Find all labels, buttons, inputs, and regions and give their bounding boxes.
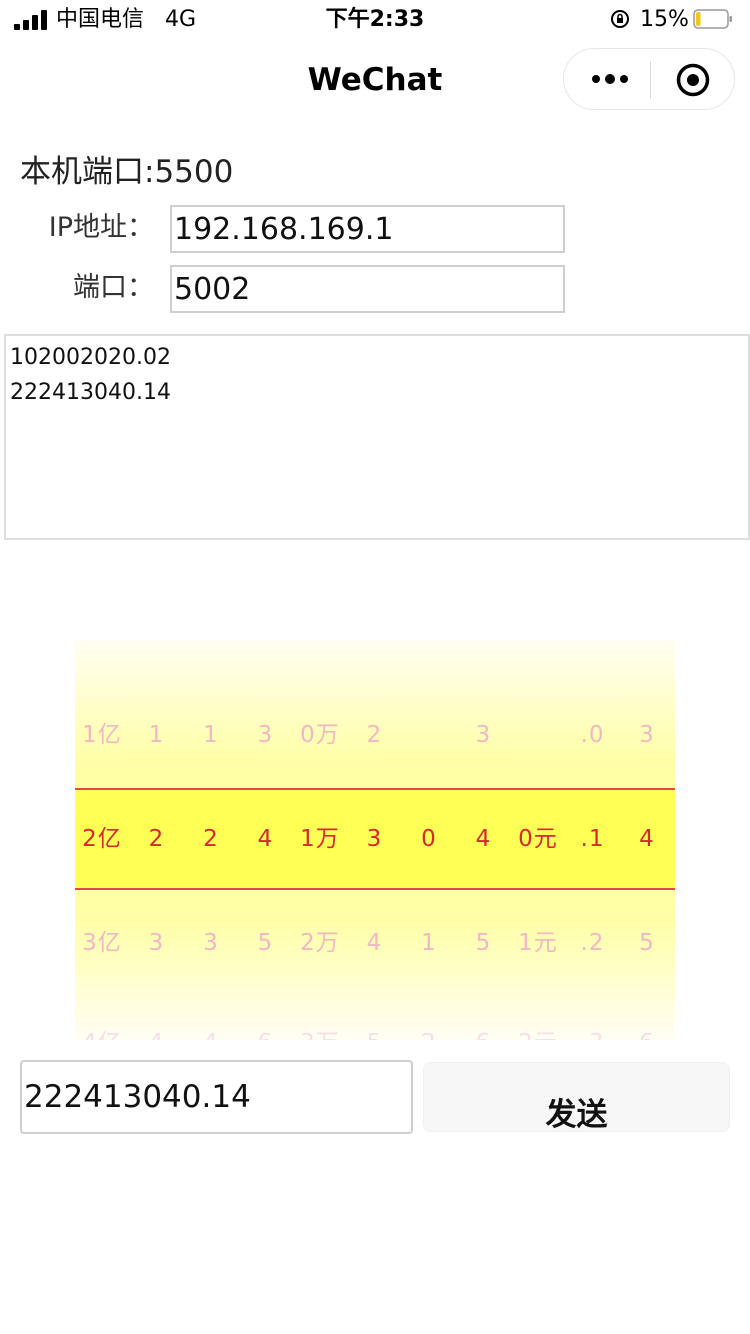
orientation-lock-icon — [611, 10, 629, 28]
picker-column[interactable]: 0元 1元 2元 — [511, 640, 565, 1040]
picker-option: 6 — [457, 1028, 511, 1040]
picker-option: .1 — [580, 826, 605, 852]
picker-option: 3 — [148, 930, 165, 956]
picker-option: 5 — [257, 930, 274, 956]
picker-option: 1元 — [518, 930, 558, 956]
picker-column[interactable]: 0 1 2 — [402, 640, 456, 1040]
port-input[interactable] — [170, 265, 565, 313]
picker-option: 1 — [421, 930, 437, 956]
picker-option: 0 — [421, 826, 437, 852]
picker-column[interactable]: 3 4 5 6 — [620, 640, 674, 1040]
more-dots-icon[interactable] — [590, 69, 630, 89]
battery-percent: 15% — [640, 7, 689, 32]
picker-option: 6 — [239, 1028, 293, 1040]
port-label: 端口： — [73, 272, 154, 303]
picker-option: 2 — [402, 1028, 456, 1040]
picker-option: 4 — [184, 1028, 238, 1040]
picker-option: 6 — [620, 1028, 674, 1040]
picker-option: 2 — [203, 826, 219, 852]
picker-option: 0万 — [300, 722, 340, 748]
picker-column[interactable]: 1 2 3 4 — [184, 640, 238, 1040]
picker-option: .2 — [580, 930, 605, 956]
picker-option: 2 — [366, 722, 383, 748]
capsule-divider — [650, 61, 651, 99]
picker-option: .3 — [566, 1028, 620, 1040]
picker-column[interactable]: .0 .1 .2 .3 — [566, 640, 620, 1040]
send-content-input[interactable] — [20, 1060, 413, 1134]
picker-option: 3 — [639, 722, 655, 748]
picker-option: 2 — [148, 826, 165, 852]
picker-option: 3 — [203, 930, 219, 956]
picker-column[interactable]: 1亿 2亿 3亿 4亿 — [75, 640, 129, 1040]
picker-option: 1 — [148, 722, 165, 748]
local-port-text: 本机端口:5500 — [20, 154, 234, 190]
picker-option: 5 — [639, 930, 655, 956]
picker-option: 4 — [475, 826, 492, 852]
picker-column[interactable]: 1 2 3 4 — [130, 640, 184, 1040]
picker-option: 4 — [366, 930, 383, 956]
picker-option: 3 — [257, 722, 274, 748]
picker-option: 3万 — [293, 1028, 347, 1040]
picker-option: 0元 — [518, 826, 558, 852]
picker-option: 3 — [366, 826, 383, 852]
picker-option: 1亿 — [82, 722, 122, 748]
picker-option: 2元 — [511, 1028, 565, 1040]
picker-option: 2万 — [300, 930, 340, 956]
picker-option: 2亿 — [82, 826, 122, 852]
picker-option: 5 — [348, 1028, 402, 1040]
picker-option: .0 — [580, 722, 605, 748]
picker-column[interactable]: 3 4 5 6 — [457, 640, 511, 1040]
message-log[interactable]: 102002020.02 222413040.14 — [4, 334, 750, 540]
picker-option: 4亿 — [75, 1028, 129, 1040]
amount-picker[interactable]: 1亿2亿3亿4亿1234123434560万1万2万3万234501234560… — [75, 640, 675, 1040]
picker-option: 1万 — [300, 826, 340, 852]
battery-fill — [696, 12, 701, 26]
picker-column[interactable]: 3 4 5 6 — [239, 640, 293, 1040]
ip-address-input[interactable] — [170, 205, 565, 253]
picker-option: 1 — [203, 722, 219, 748]
picker-option: 5 — [475, 930, 492, 956]
picker-option: 3 — [475, 722, 492, 748]
ip-label: IP地址： — [48, 212, 154, 243]
picker-option: 4 — [639, 826, 655, 852]
picker-option: 4 — [130, 1028, 184, 1040]
picker-option: 4 — [257, 826, 274, 852]
picker-column[interactable]: 0万 1万 2万 3万 — [293, 640, 347, 1040]
picker-option: 3亿 — [82, 930, 122, 956]
status-bar: 中国电信 4G 下午2:33 15% — [0, 0, 750, 40]
log-line: 222413040.14 — [10, 380, 171, 405]
battery-icon — [693, 9, 732, 29]
menu-capsule — [563, 48, 735, 110]
log-line: 102002020.02 — [10, 345, 171, 370]
target-circle-icon[interactable] — [676, 63, 710, 97]
send-button[interactable]: 发送 — [423, 1062, 730, 1133]
picker-column[interactable]: 2 3 4 5 — [348, 640, 402, 1040]
clock: 下午2:33 — [325, 7, 425, 32]
